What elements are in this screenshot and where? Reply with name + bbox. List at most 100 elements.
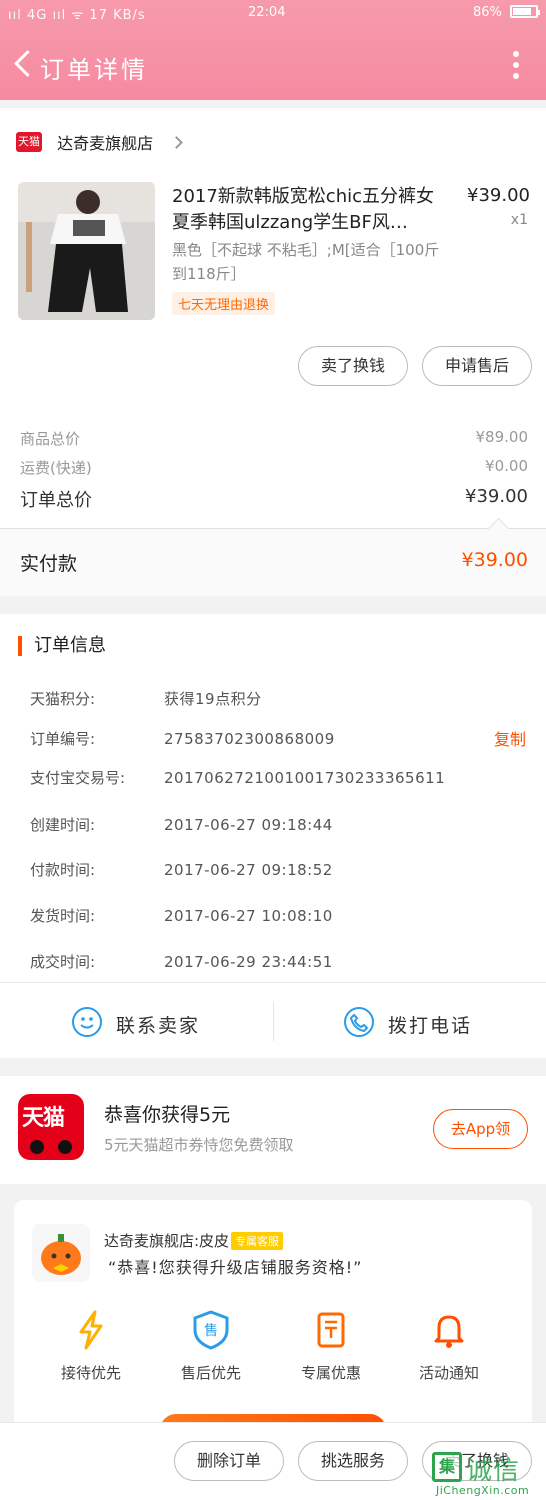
claim-in-app-button[interactable]: 去App领 [433, 1109, 528, 1149]
service-item-label: 售后优先 [180, 1364, 241, 1382]
bell-icon [434, 1315, 464, 1348]
info-key: 订单编号: [30, 730, 96, 748]
info-key: 发货时间: [30, 907, 96, 925]
chat-smile-icon [72, 1007, 102, 1037]
product-price: ¥39.00 [467, 185, 530, 206]
store-service-card: 达奇麦旗舰店:皮皮 专属客服 “恭喜!您获得升级店铺服务资格!” 接待优先 售 售… [14, 1200, 532, 1430]
battery-icon [510, 5, 540, 18]
shipping-row: 运费(快递) ¥0.00 [20, 457, 528, 478]
info-value: 2017-06-27 09:18:44 [164, 816, 333, 834]
paid-amount-box: 实付款 ¥39.00 [0, 528, 546, 596]
info-value: 2017062721001001730233365611 [164, 769, 446, 787]
pumpkin-avatar-icon [32, 1224, 90, 1282]
shipping-label: 运费(快递) [20, 459, 92, 477]
chevron-right-icon [170, 135, 184, 149]
info-value: 获得19点积分 [164, 690, 262, 708]
paid-value: ¥39.00 [461, 549, 528, 571]
tmall-badge-icon: 天猫 [16, 132, 42, 152]
goods-total-value: ¥89.00 [475, 428, 529, 446]
service-item-label: 专属优惠 [300, 1364, 361, 1382]
signal-status: ııl 4G ııl ᯤ 17 KB/s [8, 8, 146, 23]
top-bar: ııl 4G ııl ᯤ 17 KB/s 22:04 86% 订单详情 [0, 0, 546, 100]
clock: 22:04 [248, 5, 286, 20]
info-key: 创建时间: [30, 816, 96, 834]
copy-order-number-button[interactable]: 复制 [494, 726, 526, 750]
info-value: 2017-06-29 23:44:51 [164, 953, 333, 971]
promo-headline: 恭喜你获得5元 [104, 1104, 231, 1126]
service-item-after-sale[interactable]: 售 售后优先 [156, 1308, 266, 1383]
service-item-exclusive-discount[interactable]: 专属优惠 [276, 1308, 386, 1383]
info-key: 成交时间: [30, 953, 96, 971]
service-agent-name: 达奇麦旗舰店:皮皮 专属客服 [104, 1230, 284, 1251]
page-title: 订单详情 [40, 56, 148, 84]
info-row-alipay-trade: 支付宝交易号: 2017062721001001730233365611 [30, 767, 445, 788]
apply-after-sale-button[interactable]: 申请售后 [422, 346, 532, 386]
watermark-text: 诚信 [466, 1456, 521, 1486]
pick-service-button[interactable]: 挑选服务 [298, 1441, 408, 1481]
info-row-points: 天猫积分: 获得19点积分 [30, 688, 262, 709]
order-total-label: 订单总价 [20, 490, 92, 511]
tmall-logo-icon: 天猫 [18, 1094, 84, 1160]
info-row-completed: 成交时间: 2017-06-29 23:44:51 [30, 951, 333, 972]
shop-name: 达奇麦旗舰店 [57, 134, 154, 153]
product-title[interactable]: 2017新款韩版宽松chic五分裤女夏季韩国ulzzang学生BF风… [172, 184, 444, 236]
contact-row: 联系卖家 拨打电话 [0, 982, 546, 1058]
goods-total-label: 商品总价 [20, 430, 81, 448]
watermark-domain: JiChengXin.com [436, 1484, 530, 1497]
product-thumbnail[interactable] [18, 182, 155, 320]
phone-icon [344, 1007, 374, 1037]
info-value: 2017-06-27 09:18:52 [164, 861, 333, 879]
tmall-logo-eye [30, 1140, 44, 1154]
shipping-value: ¥0.00 [485, 457, 528, 475]
info-row-created: 创建时间: 2017-06-27 09:18:44 [30, 814, 333, 835]
tmall-promo-card: 天猫 恭喜你获得5元 5元天猫超市券恃您免费领取 去App领 [0, 1076, 546, 1184]
site-watermark: 集 诚信 JiChengXin.com [432, 1450, 542, 1497]
info-key: 天猫积分: [30, 690, 96, 708]
watermark-logo-icon: 集 [432, 1452, 462, 1482]
ticket-icon [317, 1312, 345, 1348]
more-menu-icon[interactable] [512, 48, 520, 80]
order-total-value: ¥39.00 [465, 486, 528, 507]
info-value: 27583702300868009 [164, 730, 335, 748]
paid-label: 实付款 [20, 553, 78, 575]
bottom-action-bar: 删除订单 挑选服务 卖了换钱 集 诚信 JiChengXin.com [0, 1422, 546, 1500]
goods-total-row: 商品总价 ¥89.00 [20, 428, 528, 449]
status-bar: ııl 4G ııl ᯤ 17 KB/s 22:04 86% [0, 0, 546, 28]
product-sku: 黑色［不起球 不粘毛］;M[适合［100斤到118斤］ [172, 241, 440, 283]
delete-order-button[interactable]: 删除订单 [174, 1441, 284, 1481]
shield-sale-icon: 售 [193, 1310, 229, 1350]
service-agent-label: 达奇麦旗舰店:皮皮 [104, 1232, 230, 1250]
tmall-logo-text: 天猫 [22, 1106, 65, 1131]
info-key: 支付宝交易号: [30, 769, 126, 787]
info-row-shipped: 发货时间: 2017-06-27 10:08:10 [30, 905, 333, 926]
contact-seller-label: 联系卖家 [116, 1015, 201, 1037]
order-info-title: 订单信息 [18, 636, 106, 656]
return-policy-tag: 七天无理由退换 [172, 292, 276, 315]
order-total-row: 订单总价 ¥39.00 [20, 486, 528, 512]
product-quantity: x1 [510, 212, 528, 228]
info-value: 2017-06-27 10:08:10 [164, 907, 333, 925]
exclusive-service-badge: 专属客服 [231, 1232, 284, 1250]
service-item-label: 接待优先 [60, 1364, 121, 1382]
lightning-icon [79, 1310, 103, 1350]
info-row-paid: 付款时间: 2017-06-27 09:18:52 [30, 859, 333, 880]
service-message: “恭喜!您获得升级店铺服务资格!” [108, 1258, 363, 1277]
back-arrow-icon[interactable] [8, 46, 36, 82]
shop-link[interactable]: 天猫 达奇麦旗舰店 [16, 130, 184, 154]
tmall-logo-eye [58, 1140, 72, 1154]
sell-for-cash-button[interactable]: 卖了换钱 [298, 346, 408, 386]
contact-seller-button[interactable]: 联系卖家 [0, 983, 273, 1059]
battery-percent: 86% [472, 5, 502, 20]
info-key: 付款时间: [30, 861, 96, 879]
info-row-order-number: 订单编号: 27583702300868009 [30, 728, 335, 749]
order-info-card [0, 614, 546, 982]
battery-status: 86% [472, 5, 540, 20]
nav-bar: 订单详情 [0, 38, 546, 90]
service-item-priority-reception[interactable]: 接待优先 [36, 1308, 146, 1383]
promo-subtitle: 5元天猫超市券恃您免费领取 [104, 1136, 294, 1154]
call-phone-button[interactable]: 拨打电话 [274, 983, 546, 1059]
service-item-label: 活动通知 [418, 1364, 479, 1382]
service-item-event-notice[interactable]: 活动通知 [394, 1308, 504, 1383]
call-phone-label: 拨打电话 [388, 1015, 473, 1037]
svg-text:售: 售 [204, 1323, 218, 1339]
